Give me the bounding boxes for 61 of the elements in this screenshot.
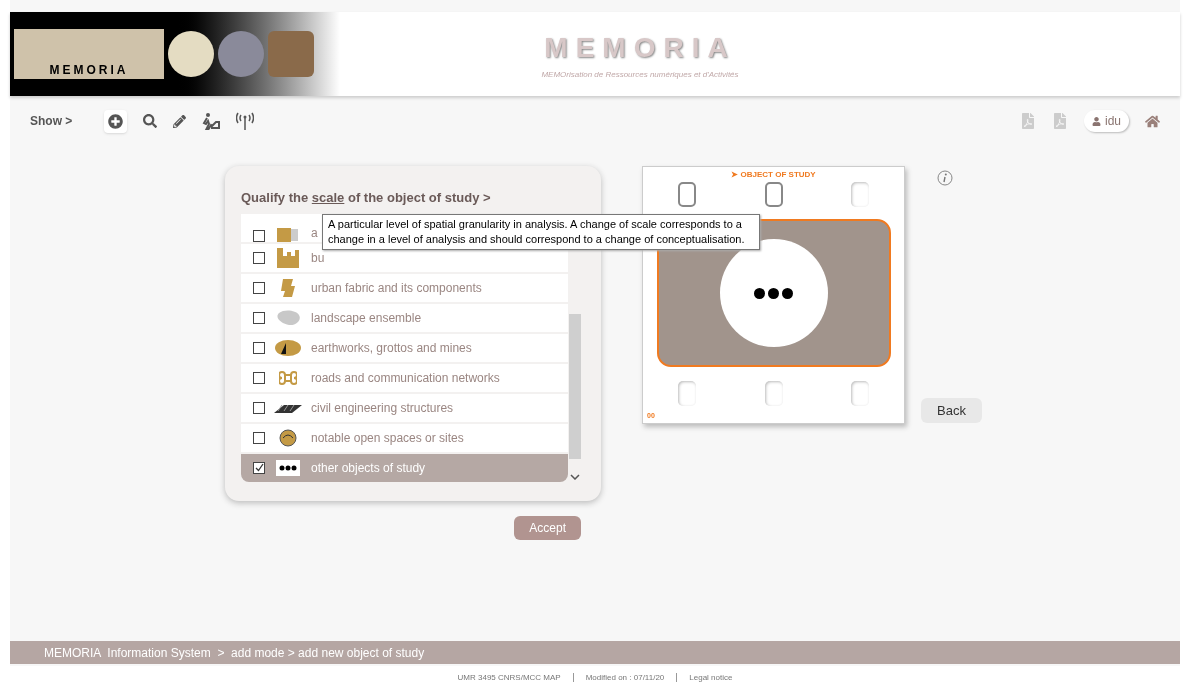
back-button[interactable]: Back [921,397,982,423]
breadcrumb-text: MEMORIA Information System > add mode > add new object of study [44,644,425,662]
film-hole [678,182,696,207]
checkbox[interactable] [253,461,265,474]
checkbox[interactable] [253,431,265,444]
card-heading: ➤ OBJECT OF STUDY [731,169,816,181]
object-tile[interactable] [656,219,891,367]
tooltip: A particular level of spatial granularity in analysis. A change of scale corresponds to a change in a level of analysis and should correspond to a change of conceptualisation. [322,214,760,250]
add-button[interactable] [104,109,128,133]
scale-option[interactable]: landscape ensemble [241,303,568,332]
panel-title: Qualify the scale of the object of study > [241,189,492,207]
checkbox[interactable] [253,229,265,242]
mound-icon [275,339,301,356]
caret-icon[interactable] [570,473,580,480]
photo-placeholder [168,31,214,77]
checkbox[interactable] [253,251,265,264]
blob-icon [276,309,300,326]
show-menu[interactable]: Show > [30,112,73,130]
option-label: earthworks, grottos and mines [311,339,472,357]
option-label: landscape ensemble [311,309,422,327]
dots-icon [276,459,300,476]
antenna-icon[interactable] [236,112,255,130]
scale-option[interactable]: earthworks, grottos and mines [241,333,568,362]
search-icon[interactable] [143,114,158,128]
checkbox[interactable] [253,311,265,324]
loop-knot-icon [279,368,297,387]
photo-placeholder [218,31,264,77]
option-label: civil engineering structures [311,399,454,417]
scale-option[interactable]: civil engineering structures [241,393,568,422]
film-hole [764,182,783,207]
option-label: a [311,224,318,242]
checkbox[interactable] [253,341,265,354]
site-title: MEMORIA [544,31,736,65]
blocks-icon [281,278,295,297]
worker-icon[interactable] [202,112,221,130]
scale-option[interactable]: notable open spaces or sites [241,423,568,452]
checkbox[interactable] [253,401,265,414]
option-label: bu [311,249,325,267]
pencil-icon[interactable] [173,114,187,128]
scale-option[interactable]: other objects of study [241,453,568,482]
user-button[interactable]: idu [1084,110,1129,132]
home-icon[interactable] [1145,113,1160,129]
scale-option[interactable]: roads and communication networks [241,363,568,392]
site-subtitle: MEMOrisation de Ressources numériques et d'Activités [541,69,739,81]
option-label: other objects of study [311,459,426,477]
option-label: roads and communication networks [311,369,500,387]
wall-icon [277,227,299,242]
checkbox[interactable] [253,371,265,384]
option-label: urban fabric and its components [311,279,482,297]
building-icon [277,247,299,268]
info-icon[interactable] [937,170,953,186]
accept-button[interactable]: Accept [514,516,581,540]
checkbox[interactable] [253,281,265,294]
scale-option[interactable]: urban fabric and its components [241,273,568,302]
user-icon [1092,116,1101,126]
logo-text: MEMORIA [49,62,129,79]
photo-placeholder [268,31,314,77]
scrollbar-thumb[interactable] [569,313,581,459]
option-label: notable open spaces or sites [311,429,464,447]
footer-link[interactable]: Legal notice [676,672,745,682]
round-plaza-icon [279,428,297,447]
